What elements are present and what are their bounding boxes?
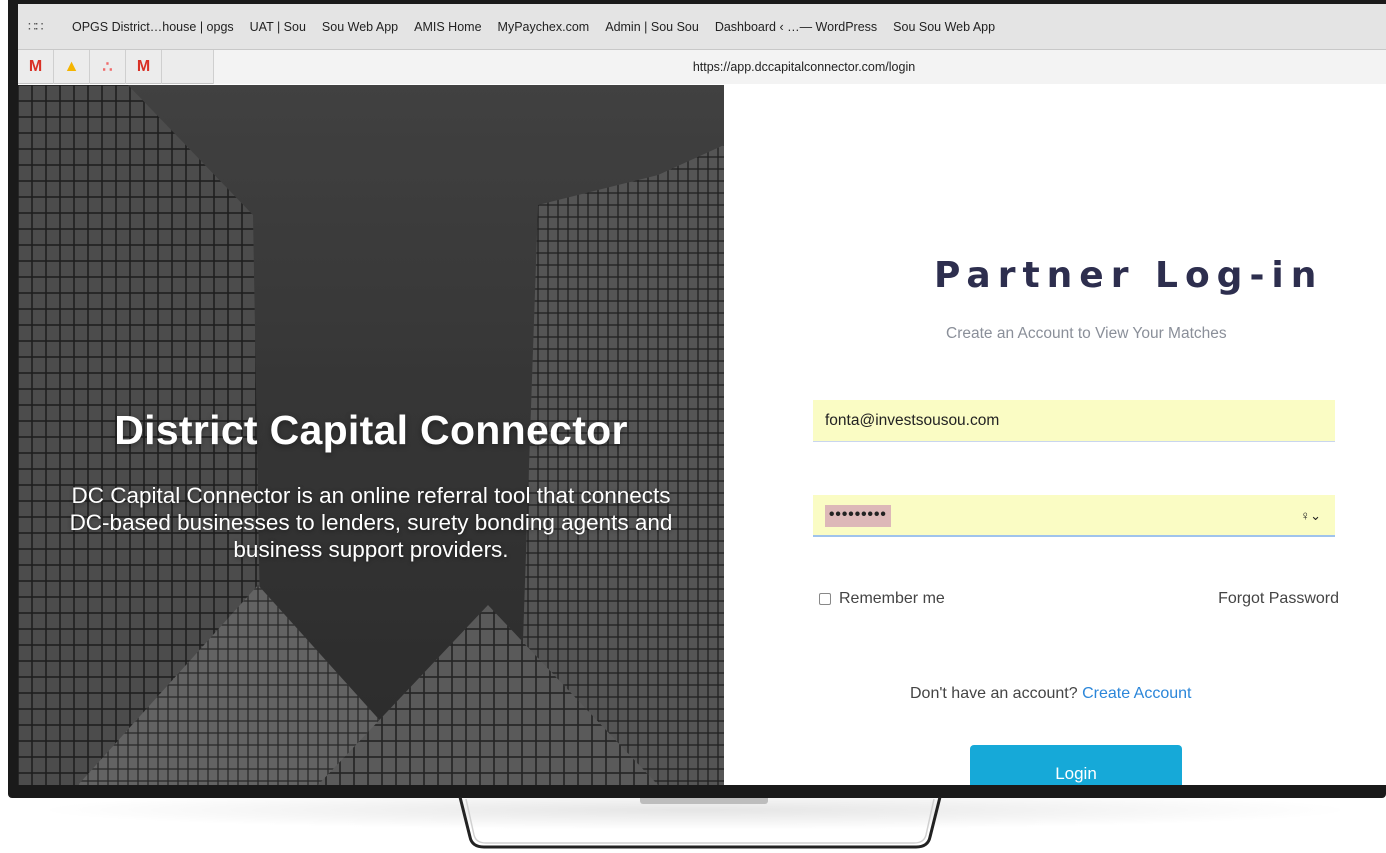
- pinned-tabs: M ▲ ∴ M: [18, 50, 162, 84]
- email-field[interactable]: fonta@investsousou.com: [813, 400, 1335, 442]
- login-subtitle: Create an Account to View Your Matches: [946, 325, 1227, 342]
- forgot-password-link[interactable]: Forgot Password: [1218, 590, 1339, 608]
- bookmark-amis-home[interactable]: AMIS Home: [414, 20, 481, 34]
- address-bar[interactable]: https://app.dccapitalconnector.com/login: [213, 50, 1386, 84]
- email-value: fonta@investsousou.com: [825, 412, 1000, 429]
- hero-description: DC Capital Connector is an online referr…: [69, 483, 673, 562]
- remember-label: Remember me: [839, 590, 945, 607]
- hero-panel: District Capital Connector DC Capital Co…: [18, 85, 724, 785]
- bookmark-uat[interactable]: UAT | Sou: [250, 20, 306, 34]
- screen: ∷∷ OPGS District…house | opgs UAT | Sou …: [18, 4, 1386, 785]
- monitor-stand: [458, 796, 942, 849]
- bookmark-opgs[interactable]: OPGS District…house | opgs: [72, 20, 234, 34]
- bookmark-sou-sou-web-app[interactable]: Sou Sou Web App: [893, 20, 995, 34]
- bookmarks-bar: ∷∷ OPGS District…house | opgs UAT | Sou …: [18, 4, 1386, 50]
- bookmark-admin-sou-sou[interactable]: Admin | Sou Sou: [605, 20, 699, 34]
- google-drive-icon[interactable]: ▲: [54, 50, 90, 84]
- remember-checkbox[interactable]: [819, 593, 831, 605]
- monitor-frame: ∷∷ OPGS District…house | opgs UAT | Sou …: [8, 0, 1386, 798]
- asana-icon[interactable]: ∴: [90, 50, 126, 84]
- login-panel: Partner Log-in Create an Account to View…: [724, 85, 1386, 785]
- bookmark-sou-web-app[interactable]: Sou Web App: [322, 20, 398, 34]
- remember-me[interactable]: Remember me: [819, 590, 945, 608]
- password-field[interactable]: ••••••••• ♀⌄: [813, 495, 1335, 537]
- gmail-icon[interactable]: M: [18, 50, 54, 84]
- hero-title: District Capital Connector: [114, 407, 628, 453]
- url-row: M ▲ ∴ M https://app.dccapitalconnector.c…: [18, 50, 1386, 84]
- login-button[interactable]: Login: [970, 745, 1182, 785]
- create-account-link[interactable]: Create Account: [1082, 685, 1191, 702]
- bookmark-mypaychex[interactable]: MyPaychex.com: [498, 20, 590, 34]
- password-mask: •••••••••: [825, 504, 891, 527]
- signup-prompt: Don't have an account? Create Account: [724, 685, 1386, 703]
- bookmark-dashboard-wordpress[interactable]: Dashboard ‹ …— WordPress: [715, 20, 877, 34]
- apps-grid-icon[interactable]: ∷∷: [28, 19, 50, 35]
- hero-text: District Capital Connector DC Capital Co…: [18, 407, 724, 563]
- no-account-text: Don't have an account?: [910, 685, 1078, 702]
- page-title: Partner Log-in: [934, 255, 1324, 296]
- password-key-icon[interactable]: ♀⌄: [1300, 495, 1321, 537]
- gmail-icon[interactable]: M: [126, 50, 162, 84]
